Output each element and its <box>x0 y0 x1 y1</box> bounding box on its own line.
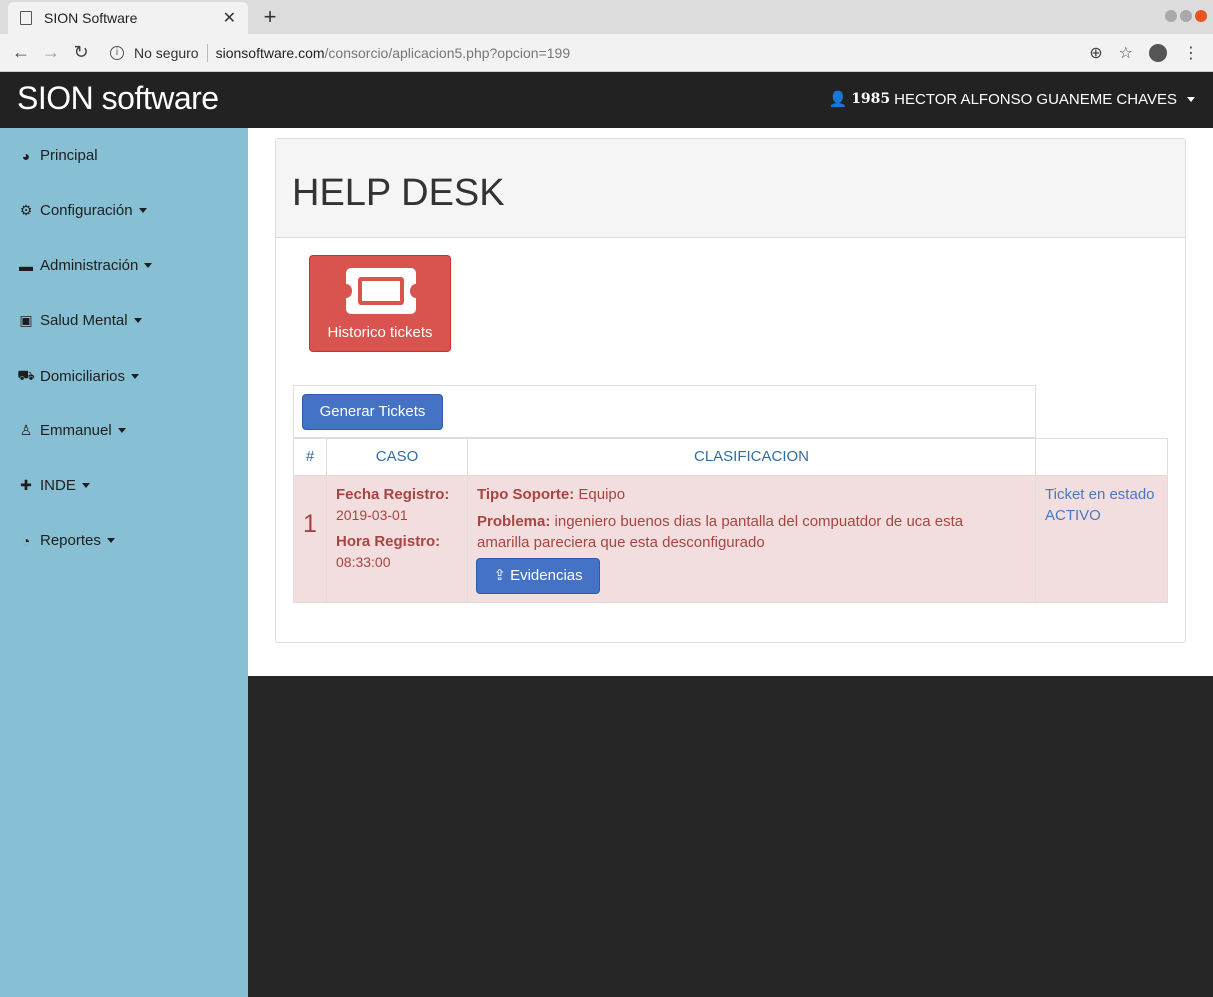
caso-cell: Fecha Registro: 2019-03-01 Hora Registro… <box>327 476 468 602</box>
info-icon[interactable]: i <box>110 45 124 60</box>
hora-value: 08:33:00 <box>336 554 391 570</box>
sidebar: ◕ Principal ⚙ Configuración ▬ Administra… <box>0 128 248 997</box>
clasificacion-cell: Tipo Soporte: Equipo Problema: ingeniero… <box>468 476 1036 602</box>
url-path: /consorcio/aplicacion5.php?opcion=199 <box>324 44 571 61</box>
close-tab-icon[interactable]: ✕ <box>223 8 236 28</box>
browser-tab[interactable]: SION Software ✕ <box>8 2 248 34</box>
forward-icon[interactable]: → <box>36 42 66 63</box>
dashboard-icon: ◕ <box>21 147 31 164</box>
briefcase-icon: ▬ <box>19 257 33 274</box>
security-label: No seguro <box>134 44 199 61</box>
main-content: HELP DESK Historico tickets Generar Tick… <box>248 128 1213 676</box>
table-header: # CASO CLASIFICACION <box>293 438 1168 476</box>
status-cell[interactable]: Ticket en estado ACTIVO <box>1036 476 1167 602</box>
cogs-icon: ⚙ <box>19 202 33 218</box>
user-id: 1985 <box>851 91 891 107</box>
close-window-icon[interactable] <box>1195 10 1207 22</box>
col-header-clasificacion: CLASIFICACION <box>468 439 1036 475</box>
col-header-number: # <box>294 439 327 475</box>
browser-tabbar: SION Software ✕ + <box>0 0 1213 34</box>
page-icon <box>20 11 32 25</box>
tipo-value: Equipo <box>578 486 626 503</box>
historic-tickets-button[interactable]: Historico tickets <box>309 255 451 352</box>
chevron-down-icon <box>106 538 115 543</box>
chevron-down-icon <box>144 263 153 268</box>
zoom-icon[interactable]: ⊕ <box>1089 43 1102 63</box>
hora-label: Hora Registro: <box>336 533 441 550</box>
menu-dots-icon[interactable]: ⋮ <box>1183 43 1199 63</box>
app-header: SION software 👤 1985 HECTOR ALFONSO GUAN… <box>0 72 1213 128</box>
table-row: 1 Fecha Registro: 2019-03-01 Hora Regist… <box>293 476 1168 603</box>
sidebar-item-label: Configuración <box>40 202 133 219</box>
sidebar-item-salud-mental[interactable]: ▣ Salud Mental <box>17 312 142 329</box>
chevron-down-icon <box>81 483 90 488</box>
sidebar-item-label: Domiciliarios <box>40 368 126 385</box>
footer-area <box>248 676 1213 997</box>
sidebar-item-label: Principal <box>40 147 98 164</box>
page-title: HELP DESK <box>292 172 505 214</box>
fecha-label: Fecha Registro: <box>336 486 450 503</box>
ticket-icon <box>340 268 422 314</box>
pie-chart-icon: ◔ <box>21 532 31 549</box>
col-header-status <box>1036 439 1167 475</box>
bookmark-star-icon[interactable]: ☆ <box>1119 43 1133 63</box>
problema-label: Problema: <box>477 513 551 530</box>
historic-tickets-label: Historico tickets <box>327 324 433 341</box>
sidebar-item-label: INDE <box>40 477 76 494</box>
problema-value: ingeniero buenos dias la pantalla del co… <box>477 513 964 551</box>
helpdesk-panel: HELP DESK Historico tickets Generar Tick… <box>275 138 1186 643</box>
new-tab-button[interactable]: + <box>258 4 282 30</box>
ambulance-icon: ⛟ <box>17 367 35 383</box>
chevron-down-icon <box>117 428 126 433</box>
browser-toolbar: ← → ↻ i No seguro sionsoftware.com/conso… <box>0 34 1213 72</box>
url-domain: sionsoftware.com <box>215 44 325 61</box>
sidebar-item-label: Salud Mental <box>40 312 128 329</box>
child-icon: ♙ <box>19 422 33 438</box>
sidebar-item-administracion[interactable]: ▬ Administración <box>17 257 153 274</box>
user-name: HECTOR ALFONSO GUANEME CHAVES <box>894 90 1177 108</box>
chevron-down-icon <box>131 374 140 379</box>
sidebar-item-emmanuel[interactable]: ♙ Emmanuel <box>17 422 126 439</box>
window-controls <box>1165 10 1207 22</box>
generate-tickets-button[interactable]: Generar Tickets <box>302 394 443 430</box>
minimize-icon[interactable] <box>1165 10 1177 22</box>
fecha-value: 2019-03-01 <box>336 507 408 523</box>
user-menu[interactable]: 👤 1985 HECTOR ALFONSO GUANEME CHAVES <box>828 90 1195 108</box>
address-bar[interactable]: i No seguro sionsoftware.com/consorcio/a… <box>110 43 1089 62</box>
sidebar-item-configuracion[interactable]: ⚙ Configuración <box>17 202 147 219</box>
col-header-caso: CASO <box>327 439 468 475</box>
evidencias-label: Evidencias <box>510 567 583 584</box>
reload-icon[interactable]: ↻ <box>66 42 96 63</box>
sidebar-item-label: Emmanuel <box>40 422 112 439</box>
sidebar-item-label: Reportes <box>40 532 101 549</box>
row-number: 1 <box>294 476 327 602</box>
address-separator <box>206 43 208 62</box>
evidencias-button[interactable]: ⇪ Evidencias <box>476 558 600 594</box>
sidebar-item-domiciliarios[interactable]: ⛟ Domiciliarios <box>17 367 140 386</box>
maximize-icon[interactable] <box>1180 10 1192 22</box>
chevron-down-icon <box>133 318 142 323</box>
puzzle-icon: ✚ <box>20 477 32 493</box>
tipo-label: Tipo Soporte: <box>477 486 575 503</box>
chevron-down-icon <box>138 208 147 213</box>
profile-icon[interactable] <box>1149 43 1167 62</box>
sidebar-item-principal[interactable]: ◕ Principal <box>17 147 98 164</box>
generate-row: Generar Tickets <box>293 385 1036 438</box>
brand-logo[interactable]: SION software <box>17 80 219 117</box>
back-icon[interactable]: ← <box>6 42 36 63</box>
sidebar-item-label: Administración <box>40 257 139 274</box>
chevron-down-icon <box>1187 96 1195 102</box>
panel-header: HELP DESK <box>276 139 1185 238</box>
hospital-icon: ▣ <box>19 312 33 328</box>
tab-title: SION Software <box>44 10 138 26</box>
sidebar-item-reportes[interactable]: ◔ Reportes <box>17 532 115 549</box>
user-icon: 👤 <box>828 91 848 108</box>
upload-icon: ⇪ <box>493 567 506 584</box>
sidebar-item-inde[interactable]: ✚ INDE <box>17 477 90 494</box>
